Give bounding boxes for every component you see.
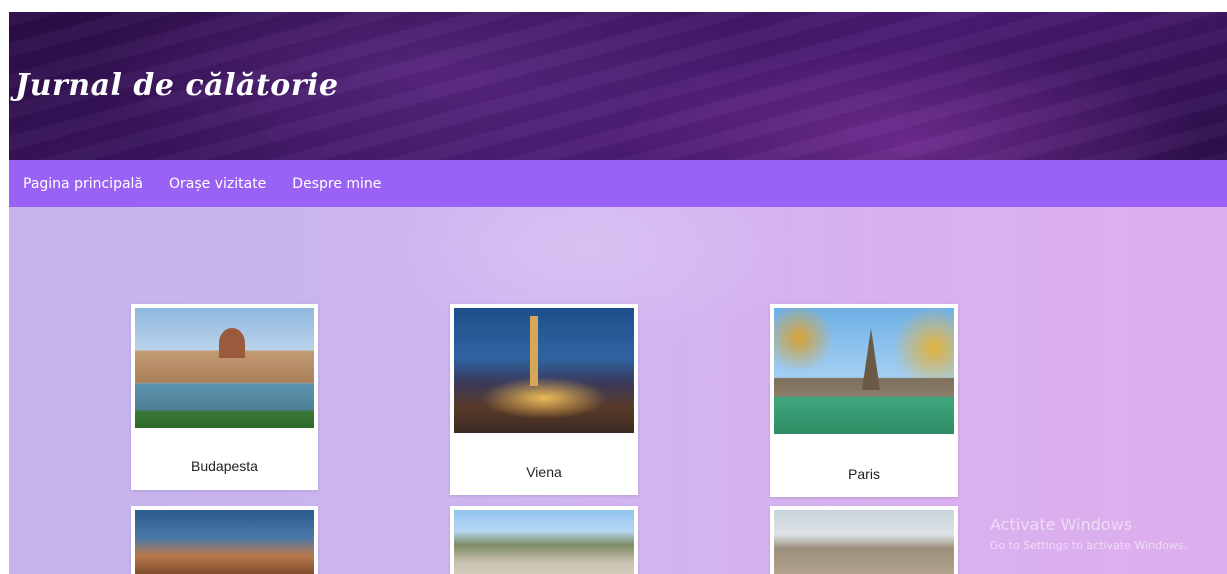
nav-bar: Pagina principală Orașe vizitate Despre … [9,160,1227,207]
nav-link-about-me[interactable]: Despre mine [292,176,381,192]
city-card-row2-2[interactable] [450,506,638,574]
city-photo-image [454,510,634,574]
page-frame: Jurnal de călătorie Pagina principală Or… [9,12,1227,574]
nav-link-home[interactable]: Pagina principală [23,176,143,192]
city-card-viena[interactable]: Viena [450,304,638,495]
city-card-row2-3[interactable] [770,506,958,574]
city-card-caption: Paris [848,466,880,482]
city-card-budapesta[interactable]: Budapesta [131,304,318,490]
header-banner: Jurnal de călătorie [9,12,1227,160]
nav-link-visited-cities[interactable]: Orașe vizitate [169,176,266,192]
city-card-row2-1[interactable] [131,506,318,574]
city-card-caption: Viena [526,464,562,480]
city-photo-image [774,510,954,574]
activate-windows-title: Activate Windows [990,515,1133,534]
vienna-rathaus-image [454,308,634,433]
budapest-parliament-image [135,308,314,428]
city-photo-image [135,510,314,574]
city-card-caption: Budapesta [191,458,258,474]
city-card-paris[interactable]: Paris [770,304,958,497]
paris-eiffel-image [774,308,954,434]
site-title: Jurnal de călătorie [15,68,339,103]
activate-windows-subtitle: Go to Settings to activate Windows. [990,539,1188,552]
